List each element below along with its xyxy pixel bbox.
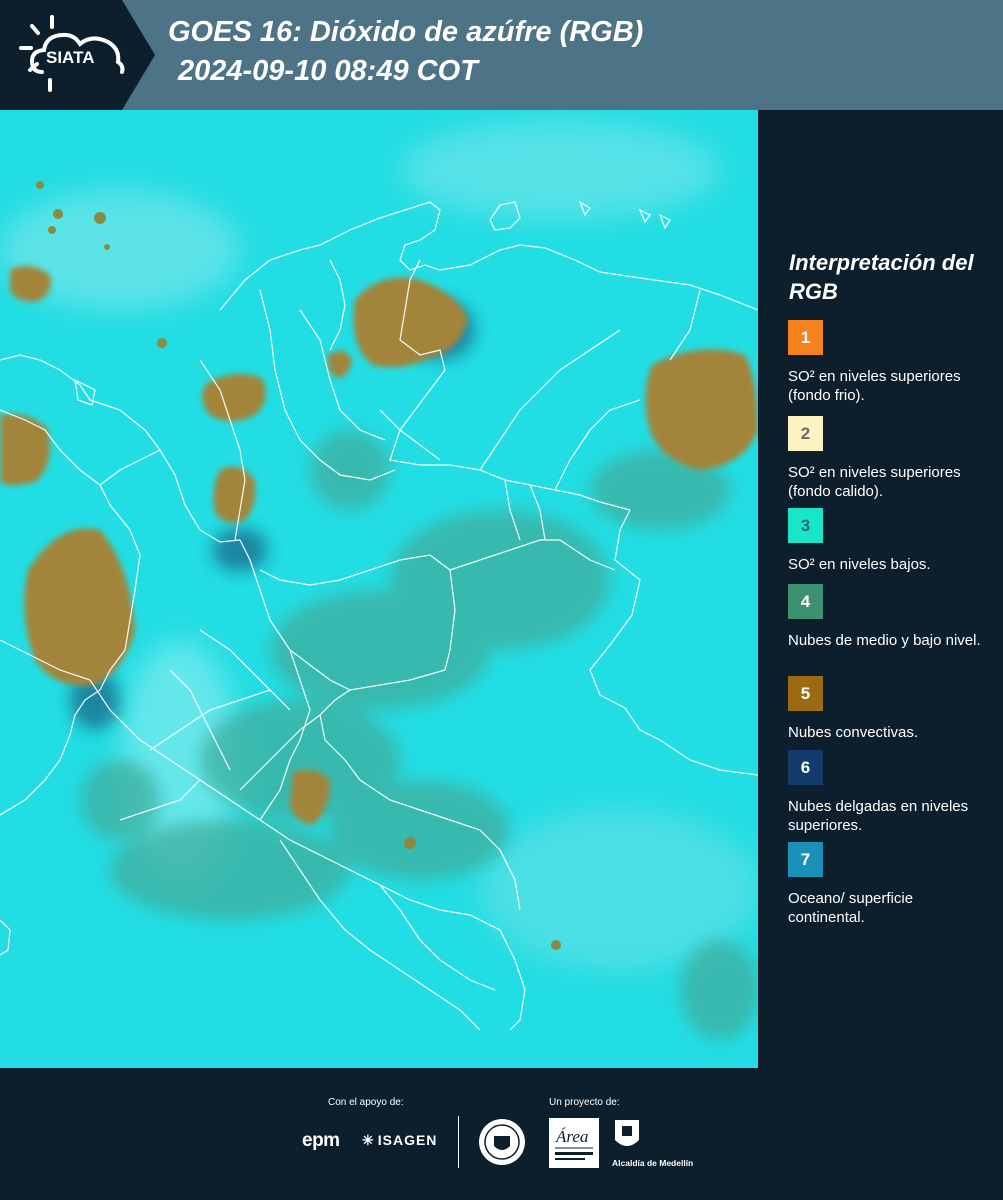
legend-item: 5 Nubes convectivas. xyxy=(788,676,993,742)
project-label: Un proyecto de: xyxy=(549,1097,620,1108)
legend-swatch: 3 xyxy=(788,508,823,543)
legend-title: Interpretación del RGB xyxy=(789,250,974,304)
legend-item: 4 Nubes de medio y bajo nivel. xyxy=(788,584,993,650)
legend-swatch: 4 xyxy=(788,584,823,619)
alcaldia-label: Alcaldía de Medellín xyxy=(612,1158,694,1168)
legend-label: SO² en niveles bajos. xyxy=(788,556,931,573)
isagen-logo-text: ISAGEN xyxy=(377,1132,438,1148)
satellite-map xyxy=(0,110,758,1068)
legend-label: Nubes delgadas en niveles superiores. xyxy=(788,798,969,834)
legend-item: 1 SO² en niveles superiores (fondo frio)… xyxy=(788,320,993,405)
medellin-seal-icon xyxy=(479,1119,525,1165)
isagen-logo: ✳ ISAGEN xyxy=(362,1132,437,1149)
legend-item: 3 SO² en niveles bajos. xyxy=(788,508,993,574)
legend-label: Nubes convectivas. xyxy=(788,724,919,741)
legend-label: Nubes de medio y bajo nivel. xyxy=(788,632,981,649)
legend-item: 6 Nubes delgadas en niveles superiores. xyxy=(788,750,993,835)
legend-swatch: 1 xyxy=(788,320,823,355)
legend-item: 7 Oceano/ superficie continental. xyxy=(788,842,993,927)
legend-label: SO² en niveles superiores (fondo frio). xyxy=(788,368,961,404)
siata-logo: SIATA xyxy=(19,15,125,92)
legend-panel: Interpretación del RGB 1 SO² en niveles … xyxy=(760,110,1003,1068)
legend-label: SO² en niveles superiores (fondo calido)… xyxy=(788,464,961,500)
svg-text:Área: Área xyxy=(555,1127,588,1146)
legend-swatch: 6 xyxy=(788,750,823,785)
header-bar: SIATA GOES 16: Dióxido de azúfre (RGB) 2… xyxy=(0,0,1003,110)
area-metropolitana-logo: Área xyxy=(549,1118,599,1168)
alcaldia-medellin-shield-icon xyxy=(615,1120,639,1146)
page-subtitle-datetime: 2024-09-10 08:49 COT xyxy=(178,55,478,87)
footer-divider xyxy=(458,1116,459,1168)
legend-swatch: 7 xyxy=(788,842,823,877)
legend-swatch: 2 xyxy=(788,416,823,451)
legend-item: 2 SO² en niveles superiores (fondo calid… xyxy=(788,416,993,501)
logo-block: SIATA xyxy=(0,0,155,110)
siata-logo-text: SIATA xyxy=(46,48,94,67)
legend-label: Oceano/ superficie continental. xyxy=(788,890,914,926)
support-label: Con el apoyo de: xyxy=(328,1097,404,1108)
epm-logo: epm xyxy=(302,1130,340,1151)
isagen-star-icon: ✳ xyxy=(362,1132,375,1148)
legend-swatch: 5 xyxy=(788,676,823,711)
page-title: GOES 16: Dióxido de azúfre (RGB) xyxy=(168,16,644,48)
footer: Con el apoyo de: Un proyecto de: epm ✳ IS… xyxy=(0,1068,1003,1200)
